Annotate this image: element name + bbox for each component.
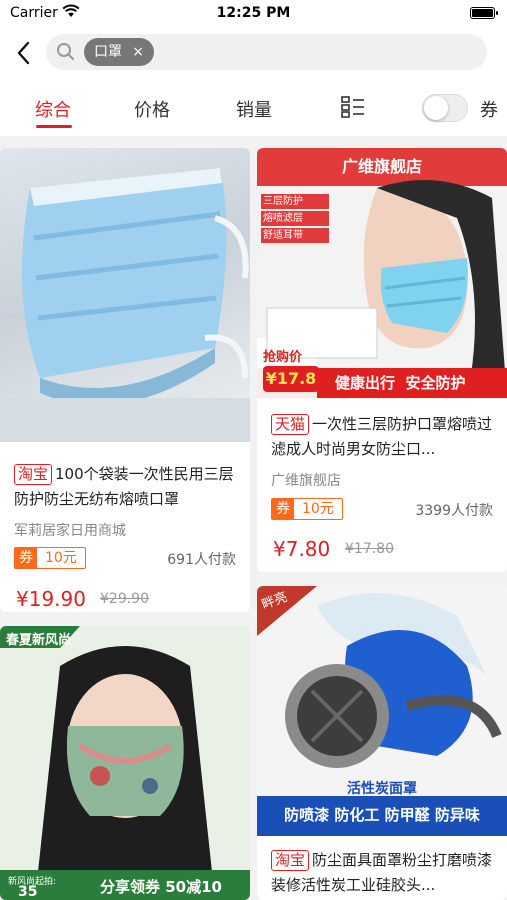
status-bar: Carrier 12:25 PM	[0, 0, 507, 28]
platform-tag: 淘宝	[271, 850, 310, 871]
image-promo-text: 分享领券 50减10	[100, 878, 222, 896]
back-arrow-icon[interactable]	[14, 40, 34, 66]
toggle-knob	[424, 96, 448, 120]
sort-sales[interactable]: 销量	[236, 96, 272, 122]
product-grid: 淘宝 100个袋装一次性民用三层防护防尘无纺布熔喷口罩 军莉居家日用商城 券 10元…	[0, 140, 507, 900]
sort-bar: 综合 价格 销量 券	[0, 80, 507, 136]
image-promo-price: ¥17.8	[263, 366, 319, 392]
original-price: ¥29.90	[100, 591, 149, 607]
active-sort-indicator	[36, 125, 72, 128]
coupon-badge: 券 10元	[14, 547, 86, 569]
blue-mask-illustration	[0, 168, 250, 442]
price: ¥7.80	[273, 537, 331, 561]
coupon-toggle[interactable]	[422, 94, 468, 122]
sales-count: 3399人付款	[415, 503, 493, 519]
chip-close-icon[interactable]: ×	[132, 38, 144, 66]
fashion-mask-model-photo	[0, 626, 250, 900]
price: ¥19.90	[16, 587, 86, 611]
coupon-toggle-label: 券	[480, 100, 498, 121]
sort-price[interactable]: 价格	[134, 96, 170, 122]
image-promo-label: 抢购价	[263, 350, 303, 365]
search-input[interactable]: 口罩 ×	[46, 34, 487, 70]
search-icon	[57, 43, 74, 60]
image-slogan: 健康出行 安全防护	[335, 374, 466, 392]
platform-tag: 淘宝	[14, 464, 53, 485]
image-banner: 广维旗舰店	[341, 157, 422, 176]
battery-icon	[470, 7, 498, 19]
search-keyword: 口罩	[94, 44, 122, 60]
image-footer-value: 35	[18, 884, 38, 900]
product-card[interactable]: 淘宝 100个袋装一次性民用三层防护防尘无纺布熔喷口罩 军莉居家日用商城 券 10元…	[0, 148, 250, 612]
product-image: 春夏新风尚 分享领券 50减10 新风尚起拍: 35	[0, 626, 250, 900]
original-price: ¥17.80	[345, 541, 394, 557]
sales-count: 691人付款	[167, 552, 236, 568]
product-title[interactable]: 天猫 一次性三层防护口罩熔喷过滤成人时尚男女防尘口...	[271, 412, 501, 462]
image-caption: 活性炭面罩	[347, 781, 417, 797]
product-card[interactable]: 春夏新风尚 分享领券 50减10 新风尚起拍: 35	[0, 626, 250, 900]
product-card[interactable]: 广维旗舰店 三层防护 熔喷滤层 舒适耳带 抢购价 ¥17.8 健康出行 安全防护…	[257, 148, 507, 572]
product-image: 广维旗舰店 三层防护 熔喷滤层 舒适耳带 抢购价 ¥17.8 健康出行 安全防护	[257, 148, 507, 398]
respirator-photo	[257, 586, 507, 836]
search-keyword-chip[interactable]: 口罩 ×	[84, 38, 154, 66]
image-features: 防喷漆 防化工 防甲醛 防异味	[284, 806, 480, 824]
search-header: 口罩 ×	[0, 28, 507, 80]
shop-name[interactable]: 广维旗舰店	[271, 470, 341, 490]
coupon-badge: 券 10元	[271, 498, 343, 520]
shop-name[interactable]: 军莉居家日用商城	[14, 520, 126, 540]
image-feature-tags: 三层防护 熔喷滤层 舒适耳带	[261, 194, 329, 243]
image-corner-label: 春夏新风尚	[6, 633, 72, 648]
product-image: 畔亮 活性炭面罩 防喷漆 防化工 防甲醛 防异味	[257, 586, 507, 836]
product-card[interactable]: 畔亮 活性炭面罩 防喷漆 防化工 防甲醛 防异味 淘宝 防尘面具面罩粉尘打磨喷漆装…	[257, 586, 507, 900]
clock: 12:25 PM	[216, 5, 291, 21]
layout-list-icon[interactable]	[341, 96, 365, 118]
product-title[interactable]: 淘宝 100个袋装一次性民用三层防护防尘无纺布熔喷口罩	[14, 462, 244, 512]
product-title[interactable]: 淘宝 防尘面具面罩粉尘打磨喷漆装修活性炭工业硅胶头...	[271, 848, 501, 898]
product-image	[0, 148, 250, 442]
platform-tag: 天猫	[271, 414, 310, 435]
sort-comprehensive[interactable]: 综合	[35, 96, 71, 122]
